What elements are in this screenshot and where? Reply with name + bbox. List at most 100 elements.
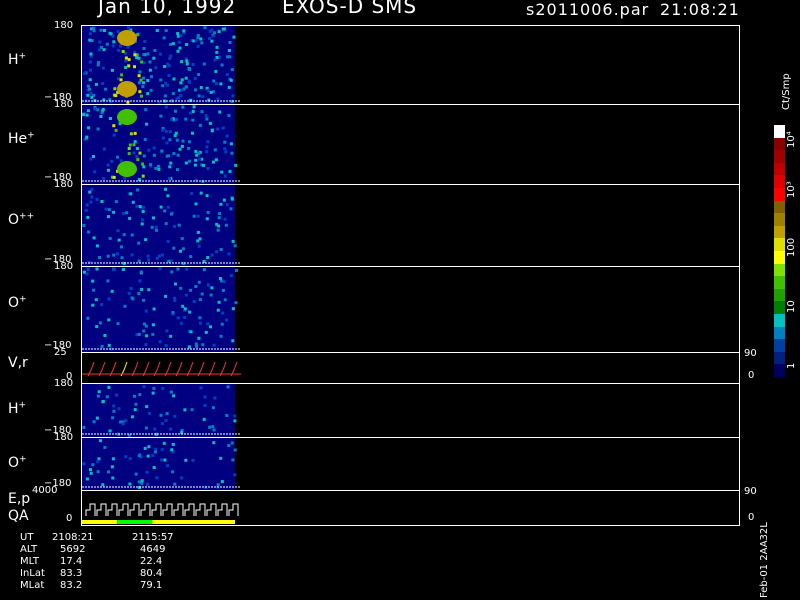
spectrogram-pixel — [184, 161, 188, 165]
panel-plot-h-plus-2 — [82, 384, 241, 437]
spectrogram-pixel — [112, 210, 116, 214]
spectrogram-pixel — [132, 143, 136, 147]
panel-label-main: E,p — [8, 491, 31, 507]
spectrogram-pixel — [170, 118, 173, 121]
spectrogram-pixel — [111, 416, 115, 420]
colorbar-swatch — [774, 238, 785, 251]
spectrogram-pixel — [116, 322, 120, 326]
panel-label-sup: + — [18, 50, 27, 61]
spectrogram-pixel — [210, 28, 214, 32]
spectrogram-pixel — [145, 334, 149, 338]
spectrogram-pixel — [166, 464, 169, 468]
spectrogram-pixel — [192, 300, 196, 304]
spectrogram-pixel — [115, 393, 119, 397]
spectrogram-pixel — [144, 343, 148, 347]
spectrogram-pixel — [197, 151, 201, 155]
spectrogram-pixel — [83, 72, 87, 75]
spectrogram-pixel — [176, 153, 180, 157]
energy-step-trace — [107, 503, 118, 516]
spectrogram-pixel — [197, 244, 201, 248]
spectrogram-pixel — [103, 334, 107, 337]
spectrogram-pixel — [89, 68, 92, 72]
panel-vr — [81, 352, 740, 384]
colorbar-swatch — [774, 351, 785, 365]
spectrogram-pixel — [100, 111, 104, 115]
spectrogram-pixel — [181, 105, 185, 109]
panel-plot-o-plusplus — [82, 185, 241, 266]
spectrogram-pixel — [208, 121, 212, 125]
colorbar-swatch — [774, 339, 785, 352]
spectrogram-pixel — [196, 214, 200, 218]
spectrogram-pixel — [176, 316, 180, 320]
spectrogram-pixel — [180, 144, 184, 148]
spectrogram-pixel — [234, 163, 238, 167]
colorbar-swatch — [774, 364, 785, 377]
spectrogram-pixel — [196, 33, 200, 37]
spectrogram-pixel — [191, 131, 194, 135]
panel-label-main: He — [8, 131, 28, 147]
spectrogram-pixel — [122, 233, 126, 237]
spectrogram-pixel — [152, 386, 156, 390]
spectrogram-pixel — [229, 142, 233, 146]
spectrogram-pixel — [192, 105, 196, 109]
spectrogram-pixel — [132, 151, 136, 155]
spectrogram-pixel — [91, 463, 95, 467]
spectrogram-pixel — [157, 164, 160, 168]
spectrogram-pixel — [166, 205, 170, 209]
spectrogram-pixel — [189, 288, 193, 292]
spectrogram-pixel — [177, 40, 181, 44]
panel-label-main: H — [8, 400, 19, 417]
spectrogram-pixel — [85, 113, 89, 117]
ephemeris-label: UT — [20, 532, 34, 543]
spectrogram-pixel — [176, 32, 180, 35]
spectrogram-pixel — [188, 111, 192, 115]
spectrogram-pixel — [148, 60, 152, 64]
spectrogram-pixel — [174, 282, 177, 286]
ytick-top: 180 — [54, 20, 74, 31]
spectrogram-pixel — [158, 267, 162, 271]
spectrogram-pixel — [212, 160, 215, 164]
spectrogram-pixel — [137, 292, 141, 295]
ephemeris-value: 79.1 — [140, 580, 163, 591]
panel-label-main: O — [8, 211, 20, 228]
spectrogram-pixel — [138, 393, 142, 397]
spectrogram-pixel — [114, 94, 118, 98]
spectrogram-pixel — [169, 43, 173, 46]
spectrogram-pixel — [216, 308, 220, 312]
spectrogram-pixel — [211, 406, 215, 410]
spectrogram-pixel — [197, 94, 201, 98]
spectrogram-pixel — [106, 254, 110, 258]
spectrogram-pixel — [185, 59, 189, 63]
spectrogram-pixel — [215, 50, 219, 54]
spectrogram-pixel — [153, 49, 157, 52]
spectrogram-pixel — [168, 177, 171, 181]
spectrogram-pixel — [152, 56, 156, 60]
spectrogram-pixel — [225, 414, 229, 417]
spectrogram-pixel — [141, 209, 145, 213]
panel-label-sup: + — [27, 130, 35, 141]
spectrogram-pixel — [180, 78, 184, 82]
spectrogram-pixel — [146, 482, 150, 486]
spectrogram-pixel — [198, 123, 202, 127]
spectrogram-pixel — [224, 223, 228, 227]
spectrogram-pixel — [138, 205, 142, 208]
ephemeris-value: 83.2 — [60, 580, 83, 591]
spectrogram-pixel — [168, 165, 172, 169]
panel-o-plusplus — [81, 184, 740, 267]
spectrogram-pixel — [202, 163, 205, 167]
spectrogram-pixel — [133, 65, 136, 69]
ytick-bottom: 0 — [66, 513, 73, 524]
spectrogram-pixel — [154, 447, 158, 451]
spectrogram-pixel — [134, 402, 138, 406]
spectrogram-pixel — [112, 40, 116, 44]
spectrogram-pixel — [142, 165, 146, 169]
spectrogram-pixel — [160, 448, 164, 452]
spectrogram-pixel — [233, 448, 237, 452]
spectrogram-pixel — [112, 124, 116, 128]
energy-step-trace — [118, 503, 129, 516]
spectrogram-pixel — [199, 386, 203, 390]
spectrogram-pixel — [159, 114, 163, 118]
ephemeris-value: 80.4 — [140, 568, 163, 579]
spectrogram-pixel — [121, 50, 125, 53]
spectrogram-pixel — [181, 304, 185, 308]
